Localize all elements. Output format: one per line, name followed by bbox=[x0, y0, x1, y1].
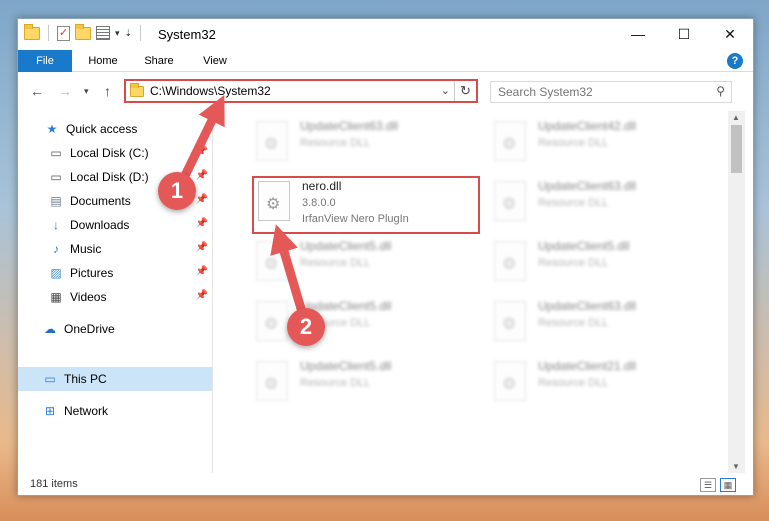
step-badge-1: 1 bbox=[158, 172, 196, 210]
annotation-arrows bbox=[175, 95, 310, 327]
step-badge-2: 2 bbox=[287, 308, 325, 346]
